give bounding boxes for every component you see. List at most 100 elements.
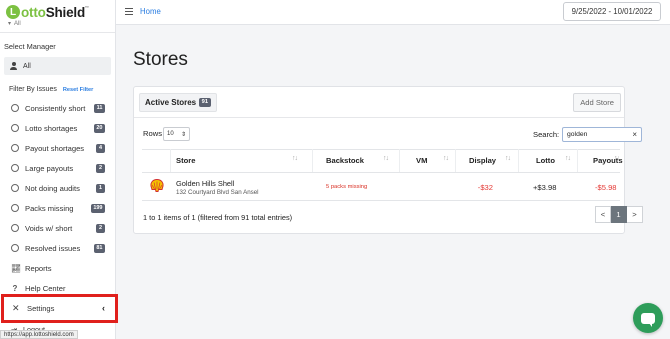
add-store-button[interactable]: Add Store	[573, 93, 621, 112]
pagination-next[interactable]: >	[627, 206, 643, 223]
shell-logo-icon	[150, 179, 164, 192]
sort-icon[interactable]: ↑↓	[505, 155, 511, 162]
updown-icon: ⇕	[180, 132, 186, 138]
column-divider	[577, 149, 578, 173]
logo-tm: ™	[85, 4, 89, 10]
sidebar-item-label: Settings	[27, 304, 55, 313]
search-label: Search:	[533, 130, 560, 139]
hamburger-menu-icon[interactable]	[125, 8, 133, 16]
top-bar: Home 9/25/2022 - 10/01/2022	[116, 0, 670, 25]
backstock-status: 5 packs missing	[326, 184, 368, 190]
cut-item-label: All	[14, 20, 21, 27]
store-address: 132 Courtyard Blvd San Ansel	[176, 189, 259, 196]
row-bottom-border	[142, 200, 620, 201]
radio-icon[interactable]	[11, 164, 19, 172]
radio-icon[interactable]	[11, 104, 19, 112]
column-header-lotto[interactable]: Lotto	[536, 156, 555, 165]
issue-count-badge: 199	[90, 203, 105, 213]
issue-filter-not-doing-audits[interactable]: Not doing audits 1	[11, 182, 105, 194]
issue-filter-consistently-short[interactable]: Consistently short 11	[11, 102, 105, 114]
store-name[interactable]: Golden Hills Shell	[176, 179, 234, 188]
chat-button[interactable]	[633, 303, 663, 333]
payouts-value: -$5.98	[595, 183, 617, 192]
column-header-vm[interactable]: VM	[416, 156, 427, 165]
sidebar-item-settings[interactable]: ✕ Settings ‹	[1, 294, 118, 323]
divider	[0, 32, 115, 33]
issue-count-badge: 4	[96, 143, 105, 153]
pagination-prev[interactable]: <	[595, 206, 611, 223]
sort-icon[interactable]: ↑↓	[383, 155, 389, 162]
sidebar: L ottoShield™ ▾ All Select Manager All F…	[0, 0, 116, 339]
chevron-left-icon: ‹	[102, 303, 105, 313]
rows-per-page-select[interactable]: 10 ⇕	[163, 127, 190, 141]
radio-icon[interactable]	[11, 224, 19, 232]
select-manager-label: Select Manager	[4, 42, 56, 51]
card-header: Active Stores 91 Add Store	[134, 87, 624, 118]
issue-filter-voids-w-short[interactable]: Voids w/ short 2	[11, 222, 105, 234]
clear-search-icon[interactable]: ×	[632, 130, 637, 139]
column-divider	[518, 149, 519, 173]
pagination-page[interactable]: 1	[611, 206, 627, 223]
table-top-border	[142, 149, 620, 150]
date-range-picker[interactable]: 9/25/2022 - 10/01/2022	[563, 2, 661, 21]
header-bottom-border	[142, 172, 620, 173]
manager-select-value: All	[23, 62, 31, 70]
radio-icon[interactable]	[11, 184, 19, 192]
issue-filter-payout-shortages[interactable]: Payout shortages 4	[11, 142, 105, 154]
column-header-display[interactable]: Display	[469, 156, 496, 165]
stores-card: Active Stores 91 Add Store Rows 10 ⇕ Sea…	[133, 86, 643, 234]
chart-icon: 📈︎	[11, 263, 22, 273]
sidebar-item-reports[interactable]: 📈︎ Reports	[11, 262, 52, 274]
breadcrumb-home[interactable]: Home	[140, 7, 161, 16]
manager-select[interactable]: All	[4, 57, 111, 75]
sort-icon[interactable]: ↑↓	[614, 155, 620, 162]
column-divider	[399, 149, 400, 173]
search-input[interactable]: golden ×	[562, 127, 642, 142]
chat-bubble-icon	[641, 312, 655, 327]
logo-mark: L	[6, 5, 20, 19]
active-count-badge: 91	[199, 98, 211, 107]
tab-label: Active Stores	[145, 98, 197, 107]
lotto-value: +$3.98	[533, 183, 557, 192]
issue-count-badge: 11	[94, 103, 105, 113]
column-header-store[interactable]: Store	[176, 156, 195, 165]
chevron-down-icon: ▾	[8, 21, 12, 27]
status-bar-url: https://app.lottoshield.com	[0, 330, 78, 339]
issue-filter-lotto-shortages[interactable]: Lotto shortages 20	[11, 122, 105, 134]
column-divider	[312, 149, 313, 173]
issue-count-badge: 2	[96, 163, 105, 173]
sidebar-item-label: Reports	[25, 263, 52, 273]
display-value: -$32	[477, 183, 493, 192]
filter-label: Filter By Issues	[9, 86, 57, 93]
radio-icon[interactable]	[11, 244, 19, 252]
sort-icon[interactable]: ↑↓	[565, 155, 571, 162]
search-value: golden	[567, 131, 588, 138]
issue-count-badge: 2	[96, 223, 105, 233]
sort-icon[interactable]: ↑↓	[443, 155, 449, 162]
table-info: 1 to 1 items of 1 (filtered from 91 tota…	[143, 213, 293, 222]
page-title: Stores	[133, 49, 188, 70]
filter-heading: Filter By Issues Reset Filter	[9, 86, 93, 93]
sort-icon[interactable]: ↑↓	[292, 155, 298, 162]
issue-count-badge: 20	[93, 123, 105, 133]
logo-text-dark: Shield	[45, 4, 86, 20]
sidebar-item-help-center[interactable]: ? Help Center	[11, 282, 66, 294]
radio-icon[interactable]	[11, 124, 19, 132]
radio-icon[interactable]	[11, 204, 19, 212]
issue-filter-large-payouts[interactable]: Large payouts 2	[11, 162, 105, 174]
reset-filter-link[interactable]: Reset Filter	[63, 87, 93, 93]
manager-filter-cut-item[interactable]: ▾ All	[8, 20, 21, 28]
column-header-backstock[interactable]: Backstock	[326, 156, 364, 165]
issue-count-badge: 1	[96, 183, 105, 193]
issue-count-badge: 81	[93, 243, 105, 253]
sidebar-item-label: Help Center	[25, 283, 66, 293]
issue-filter-resolved-issues[interactable]: Resolved issues 81	[11, 242, 105, 254]
rows-label: Rows	[143, 129, 162, 138]
radio-icon[interactable]	[11, 144, 19, 152]
app-logo[interactable]: L ottoShield™	[6, 4, 89, 20]
column-divider	[170, 149, 171, 173]
issue-filter-packs-missing[interactable]: Packs missing 199	[11, 202, 105, 214]
rows-value: 10	[167, 131, 174, 137]
column-divider	[455, 149, 456, 173]
tab-active-stores[interactable]: Active Stores 91	[139, 93, 217, 112]
